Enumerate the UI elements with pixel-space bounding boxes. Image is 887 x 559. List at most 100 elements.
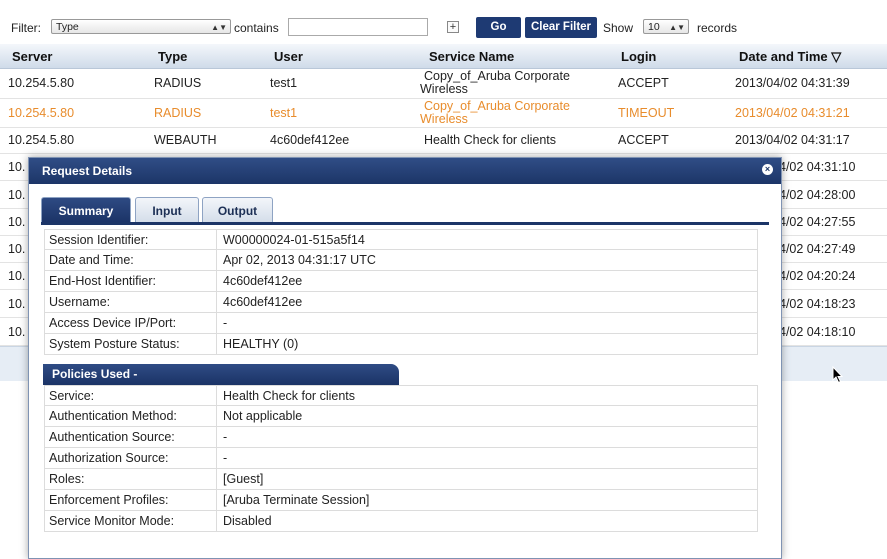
field-label: Service: (45, 386, 217, 406)
cell-datetime: 2013/04/02 04:31:21 (735, 106, 850, 120)
cell-user: test1 (270, 106, 298, 120)
cell-datetime: 4/02 04:27:49 (779, 242, 856, 256)
cell-server: 10. (8, 160, 26, 174)
field-label: Date and Time: (45, 250, 217, 270)
cell-server: 10.254.5.80 (8, 133, 75, 147)
cell-type: RADIUS (154, 106, 202, 120)
request-details-dialog: Request Details × Summary Input Output S… (28, 157, 782, 559)
clear-filter-button[interactable]: Clear Filter (525, 17, 597, 38)
column-header-type[interactable]: Type (158, 49, 187, 64)
field-value: Not applicable (223, 409, 303, 423)
field-value: - (223, 451, 228, 465)
policies-table: Service: Health Check for clients Authen… (44, 385, 758, 532)
policy-row: Service: Health Check for clients (44, 385, 758, 406)
summary-table: Session Identifier: W00000024-01-515a5f1… (44, 229, 758, 355)
tab-output[interactable]: Output (202, 197, 273, 223)
cell-login: TIMEOUT (618, 106, 675, 120)
field-value: HEALTHY (0) (223, 337, 299, 351)
cell-server: 10. (8, 188, 26, 202)
field-value: - (223, 316, 228, 330)
field-label: Username: (45, 292, 217, 312)
show-label: Show (603, 21, 634, 35)
policy-row: Authorization Source: - (44, 448, 758, 469)
policy-row: Authentication Source: - (44, 427, 758, 448)
cell-server: 10. (8, 325, 26, 339)
summary-row: Access Device IP/Port: - (44, 313, 758, 334)
cell-server: 10. (8, 215, 26, 229)
cell-type: RADIUS (154, 76, 202, 90)
dialog-title: Request Details (42, 164, 133, 178)
field-label: Session Identifier: (45, 230, 217, 250)
filter-text-input[interactable] (288, 18, 428, 36)
column-header-login[interactable]: Login (621, 49, 656, 64)
field-value: Apr 02, 2013 04:31:17 UTC (223, 253, 376, 267)
table-header: Server Type User Service Name Login Date… (0, 44, 887, 69)
field-label: Authentication Source: (45, 427, 217, 447)
column-header-date-time[interactable]: Date and Time ▽ (739, 49, 841, 65)
cell-server: 10. (8, 269, 26, 283)
summary-row: Session Identifier: W00000024-01-515a5f1… (44, 229, 758, 250)
field-label: Authorization Source: (45, 448, 217, 468)
cell-login: ACCEPT (618, 133, 669, 147)
column-header-server[interactable]: Server (12, 49, 52, 64)
filter-field-value: Type (56, 21, 79, 33)
table-row[interactable]: 10.254.5.80 RADIUS test1 Copy_of_Aruba C… (0, 99, 887, 128)
field-label: Authentication Method: (45, 406, 217, 426)
field-label: End-Host Identifier: (45, 271, 217, 291)
field-label: System Posture Status: (45, 334, 217, 354)
column-header-service-name[interactable]: Service Name (429, 49, 514, 64)
contains-label: contains (234, 21, 279, 35)
cell-service: Copy_of_Aruba Corporate Wireless (420, 69, 570, 96)
field-label: Access Device IP/Port: (45, 313, 217, 333)
field-value: [Guest] (223, 472, 264, 486)
field-label: Enforcement Profiles: (45, 490, 217, 510)
mouse-pointer-icon (832, 366, 844, 384)
dialog-title-bar[interactable]: Request Details × (29, 158, 781, 184)
select-arrows-icon: ▲▼ (669, 23, 685, 32)
records-count-select[interactable]: 10 ▲▼ (643, 19, 689, 34)
field-value: 4c60def412ee (223, 295, 303, 309)
cell-server: 10.254.5.80 (8, 106, 75, 120)
tab-underline (41, 222, 769, 225)
add-filter-icon[interactable]: + (447, 21, 459, 33)
filter-bar: Filter: Type ▲▼ contains + Go Clear Filt… (0, 0, 887, 42)
cell-service: Copy_of_Aruba Corporate Wireless (420, 99, 570, 126)
cell-datetime: 4/02 04:28:00 (779, 188, 856, 202)
field-label: Service Monitor Mode: (45, 511, 217, 531)
filter-label: Filter: (11, 21, 41, 35)
table-row[interactable]: 10.254.5.80 RADIUS test1 Copy_of_Aruba C… (0, 69, 887, 99)
cell-datetime: 4/02 04:20:24 (779, 269, 856, 283)
field-value: W00000024-01-515a5f14 (223, 233, 365, 247)
policy-row: Roles: [Guest] (44, 469, 758, 490)
cell-server: 10.254.5.80 (8, 76, 75, 90)
cell-datetime: 4/02 04:18:10 (779, 325, 856, 339)
cell-user: test1 (270, 76, 298, 90)
policy-row: Authentication Method: Not applicable (44, 406, 758, 427)
cell-datetime: 2013/04/02 04:31:39 (735, 76, 850, 90)
close-icon[interactable]: × (762, 164, 773, 175)
table-row[interactable]: 10.254.5.80 WEBAUTH 4c60def412ee Health … (0, 128, 887, 154)
tab-summary[interactable]: Summary (41, 197, 131, 223)
field-value: Health Check for clients (223, 389, 356, 403)
tab-input[interactable]: Input (135, 197, 199, 223)
summary-row: Username: 4c60def412ee (44, 292, 758, 313)
cell-datetime: 2013/04/02 04:31:17 (735, 133, 850, 147)
field-value: Disabled (223, 514, 272, 528)
column-header-user[interactable]: User (274, 49, 303, 64)
summary-row: System Posture Status: HEALTHY (0) (44, 334, 758, 355)
filter-field-select[interactable]: Type ▲▼ (51, 19, 231, 34)
field-value: - (223, 430, 228, 444)
field-value: [Aruba Terminate Session] (223, 493, 370, 507)
summary-row: End-Host Identifier: 4c60def412ee (44, 271, 758, 292)
cell-user: 4c60def412ee (270, 133, 350, 147)
cell-login: ACCEPT (618, 76, 669, 90)
policies-section-header[interactable]: Policies Used - (43, 364, 399, 385)
policy-row: Service Monitor Mode: Disabled (44, 511, 758, 532)
field-label: Roles: (45, 469, 217, 489)
go-button[interactable]: Go (476, 17, 521, 38)
records-label: records (697, 21, 738, 35)
cell-server: 10. (8, 297, 26, 311)
cell-service: Health Check for clients (424, 133, 557, 147)
cell-datetime: 4/02 04:18:23 (779, 297, 856, 311)
policy-row: Enforcement Profiles: [Aruba Terminate S… (44, 490, 758, 511)
